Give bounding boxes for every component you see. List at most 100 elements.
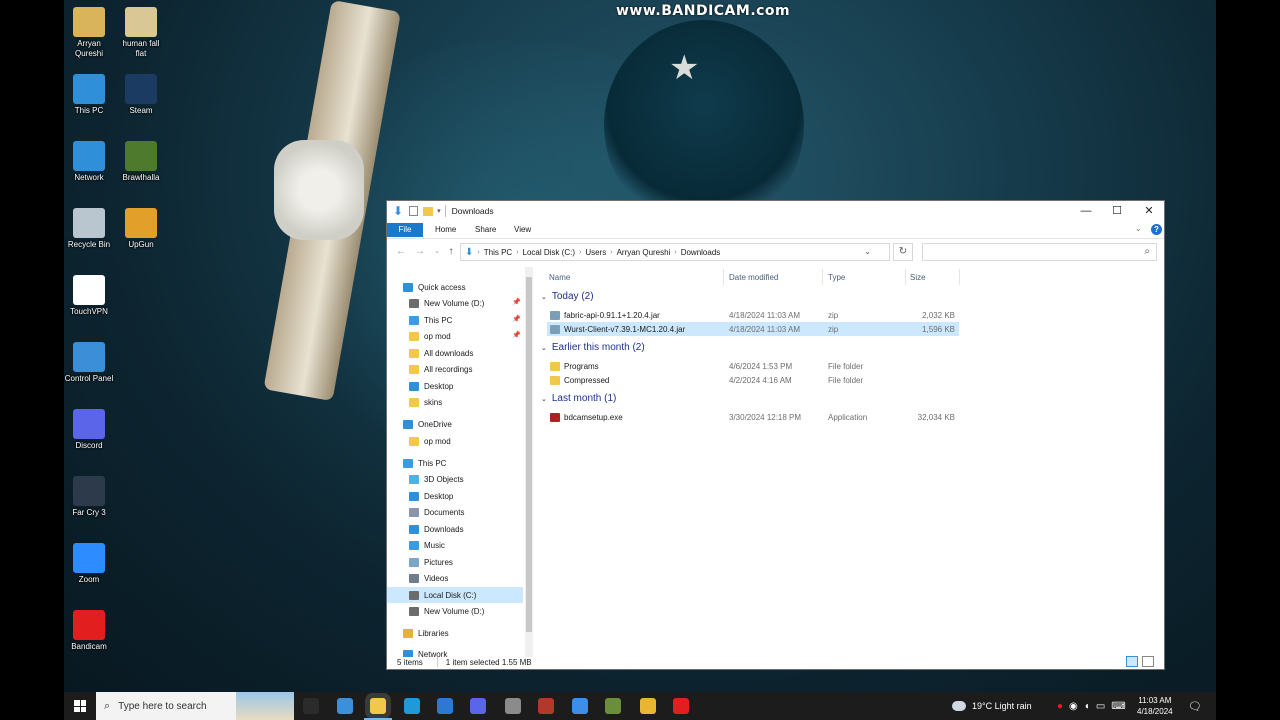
desktop-icon[interactable]: Steam (115, 74, 167, 116)
maximize-button[interactable]: ☐ (1101, 201, 1133, 221)
nav-item[interactable]: skins (387, 394, 523, 410)
breadcrumb-downloads[interactable]: Downloads (681, 248, 721, 257)
breadcrumb-users[interactable]: Users (585, 248, 606, 257)
app-icon[interactable] (572, 698, 588, 714)
details-view-icon[interactable] (1126, 656, 1138, 667)
minecraft-icon[interactable] (605, 698, 621, 714)
weather-widget[interactable]: 19°C Light rain (952, 692, 1032, 720)
tab-home[interactable]: Home (427, 223, 464, 237)
nav-item[interactable]: Quick access (387, 279, 523, 295)
properties-icon[interactable] (409, 206, 419, 216)
start-button[interactable] (74, 700, 86, 712)
nav-item[interactable]: Music (387, 537, 523, 553)
desktop-icon[interactable]: UpGun (115, 208, 167, 250)
ribbon-expand-chevron-icon[interactable]: ⌄ (1135, 224, 1142, 233)
taskbar-search-box[interactable]: ⌕ Type here to search (96, 692, 294, 720)
group-header[interactable]: ⌄ Earlier this month (2) (541, 342, 645, 353)
desktop-icon[interactable]: Discord (63, 409, 115, 451)
nav-item[interactable]: Documents (387, 504, 523, 520)
desktop-icon[interactable]: Bandicam (63, 610, 115, 652)
nav-item[interactable]: op mod (387, 433, 523, 449)
breadcrumb-user[interactable]: Arryan Qureshi (617, 248, 671, 257)
group-header[interactable]: ⌄ Last month (1) (541, 393, 616, 404)
file-row[interactable]: bdcamsetup.exe 3/30/2024 12:18 PM Applicat… (547, 410, 959, 424)
nav-item[interactable]: Videos (387, 570, 523, 586)
desktop-icon[interactable]: Zoom (63, 543, 115, 585)
edge-icon[interactable] (404, 698, 420, 714)
nav-item[interactable]: Pictures (387, 554, 523, 570)
forward-button[interactable]: → (413, 245, 427, 259)
desktop-icon[interactable]: Brawlhalla (115, 141, 167, 183)
nav-item[interactable]: 3D Objects (387, 471, 523, 487)
tab-view[interactable]: View (506, 223, 539, 237)
file-row[interactable]: Programs 4/6/2024 1:53 PM File folder (547, 359, 959, 373)
up-button[interactable]: ↑ (444, 245, 458, 259)
discord-tray-icon[interactable]: ◉ (1069, 701, 1078, 712)
search-input[interactable]: ⌕ (922, 243, 1157, 261)
new-folder-icon[interactable] (423, 206, 434, 216)
desktop-icon[interactable]: Recycle Bin (63, 208, 115, 250)
breadcrumb-local-disk[interactable]: Local Disk (C:) (523, 248, 575, 257)
nav-item[interactable]: Local Disk (C:) (387, 587, 523, 603)
file-row[interactable]: Compressed 4/2/2024 4:16 AM File folder (547, 373, 959, 387)
desktop-icon[interactable]: human fall flat (115, 7, 167, 59)
nav-item[interactable]: This PC 📌 (387, 312, 523, 328)
bandicam-icon[interactable] (673, 698, 689, 714)
nav-item[interactable]: op mod 📌 (387, 328, 523, 344)
nav-item[interactable]: All recordings (387, 361, 523, 377)
folder-icon (409, 348, 419, 358)
store-icon[interactable] (337, 698, 353, 714)
group-header[interactable]: ⌄ Today (2) (541, 291, 594, 302)
nav-item[interactable]: Downloads (387, 521, 523, 537)
desktop-icon[interactable]: Control Panel (63, 342, 115, 384)
back-button[interactable]: ← (394, 245, 408, 259)
nav-item[interactable]: Desktop (387, 488, 523, 504)
language-icon[interactable]: ⌨ (1111, 701, 1125, 712)
notification-center-icon[interactable]: 🗨 (1188, 692, 1202, 720)
game-icon[interactable] (538, 698, 554, 714)
column-header-type[interactable]: Type (828, 273, 845, 282)
desktop-icon[interactable]: TouchVPN (63, 275, 115, 317)
desktop-icon[interactable]: Far Cry 3 (63, 476, 115, 518)
recent-locations-button[interactable]: ⌄ (430, 245, 444, 259)
column-header-name[interactable]: Name (549, 273, 570, 282)
chrome-icon[interactable] (640, 698, 656, 714)
desktop-icon[interactable]: Arryan Qureshi (63, 7, 115, 59)
nav-item[interactable]: All downloads (387, 345, 523, 361)
desktop-icon[interactable]: Network (63, 141, 115, 183)
discord-icon[interactable] (470, 698, 486, 714)
nav-item[interactable]: OneDrive (387, 416, 523, 432)
task-view-icon[interactable] (303, 698, 319, 714)
bandicam-tray-icon[interactable]: ● (1057, 701, 1063, 712)
nav-item[interactable]: Libraries (387, 625, 523, 641)
minecraft-launcher-icon[interactable] (505, 698, 521, 714)
nav-item[interactable]: New Volume (D:) 📌 (387, 295, 523, 311)
file-explorer-icon[interactable] (364, 698, 392, 720)
close-button[interactable]: ✕ (1133, 201, 1164, 221)
nav-item[interactable]: New Volume (D:) (387, 603, 523, 619)
navigation-scrollbar[interactable] (525, 267, 533, 657)
clock[interactable]: 11:03 AM 4/18/2024 (1137, 692, 1173, 720)
column-header-size[interactable]: Size (910, 273, 926, 282)
address-bar[interactable]: ⬇ › This PC › Local Disk (C:) › Users › … (460, 243, 890, 261)
file-row[interactable]: fabric-api-0.91.1+1.20.4.jar 4/18/2024 11… (547, 308, 959, 322)
help-icon[interactable]: ? (1151, 224, 1162, 235)
network-tray-icon[interactable]: ▭ (1096, 701, 1105, 712)
tab-share[interactable]: Share (467, 223, 504, 237)
nav-item[interactable]: This PC (387, 455, 523, 471)
tab-file[interactable]: File (387, 223, 423, 237)
volume-icon[interactable]: ◖ (1084, 701, 1090, 712)
minimize-button[interactable]: — (1070, 201, 1102, 221)
file-row[interactable]: Wurst-Client-v7.39.1-MC1.20.4.jar 4/18/20… (547, 322, 959, 336)
quick-access-download-icon[interactable]: ⬇ (393, 204, 403, 218)
refresh-button[interactable]: ↻ (893, 243, 913, 261)
customize-toolbar-chevron-icon[interactable]: ▾ (437, 207, 441, 215)
nav-item[interactable]: Desktop (387, 378, 523, 394)
address-dropdown-chevron-icon[interactable]: ⌄ (864, 247, 871, 256)
navigation-scrollbar-thumb[interactable] (526, 277, 532, 632)
mail-icon[interactable] (437, 698, 453, 714)
column-header-date[interactable]: Date modified (729, 273, 778, 282)
desktop-icon[interactable]: This PC (63, 74, 115, 116)
large-icons-view-icon[interactable] (1142, 656, 1154, 667)
breadcrumb-this-pc[interactable]: This PC (484, 248, 512, 257)
